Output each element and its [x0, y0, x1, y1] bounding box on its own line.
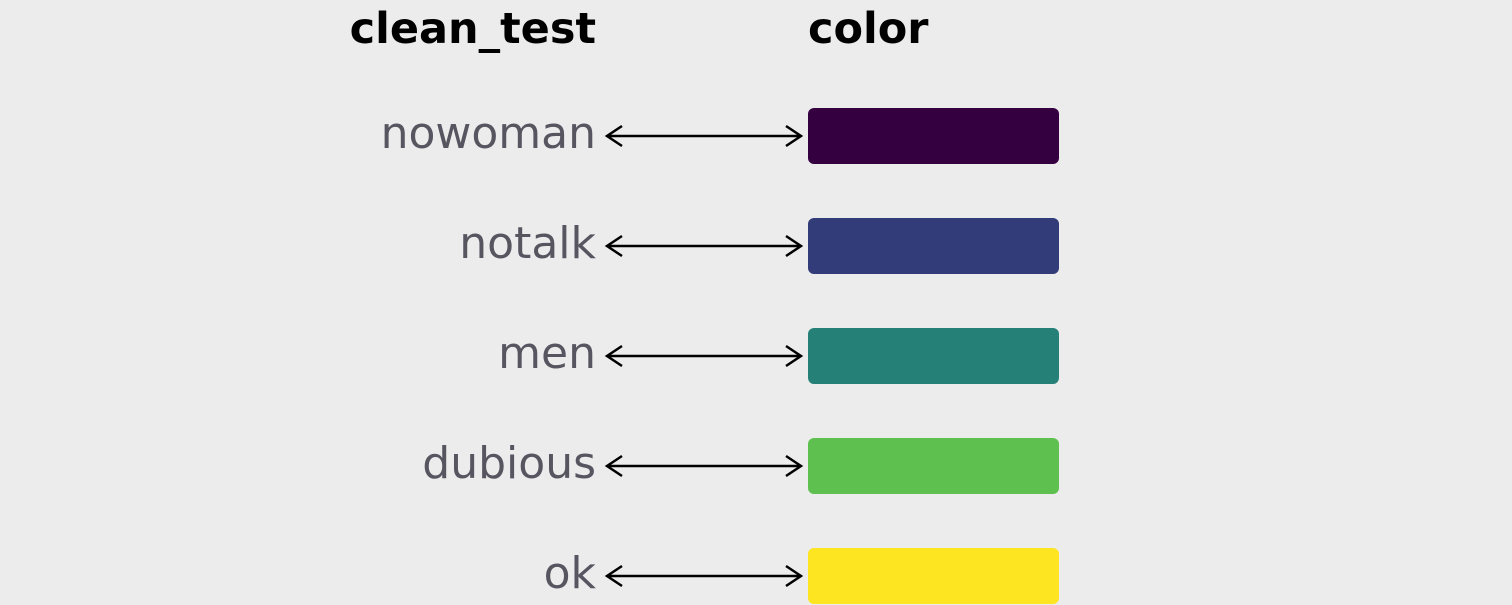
- double-arrow-icon: [604, 234, 804, 258]
- category-label: nowoman: [380, 108, 596, 159]
- color-swatch: [808, 548, 1059, 604]
- double-arrow-icon: [604, 344, 804, 368]
- color-swatch: [808, 218, 1059, 274]
- mapping-row: notalk: [0, 217, 1512, 275]
- mapping-row: ok: [0, 547, 1512, 605]
- category-label: ok: [543, 548, 596, 599]
- color-swatch: [808, 438, 1059, 494]
- mapping-row: dubious: [0, 437, 1512, 495]
- clean-test-header: clean_test: [349, 4, 596, 54]
- double-arrow-icon: [604, 124, 804, 148]
- category-label: notalk: [459, 218, 596, 269]
- double-arrow-icon: [604, 564, 804, 588]
- color-header: color: [808, 4, 929, 54]
- color-swatch: [808, 328, 1059, 384]
- color-swatch: [808, 108, 1059, 164]
- category-label: men: [498, 328, 596, 379]
- category-label: dubious: [422, 438, 596, 489]
- mapping-row: nowoman: [0, 107, 1512, 165]
- mapping-row: men: [0, 327, 1512, 385]
- double-arrow-icon: [604, 454, 804, 478]
